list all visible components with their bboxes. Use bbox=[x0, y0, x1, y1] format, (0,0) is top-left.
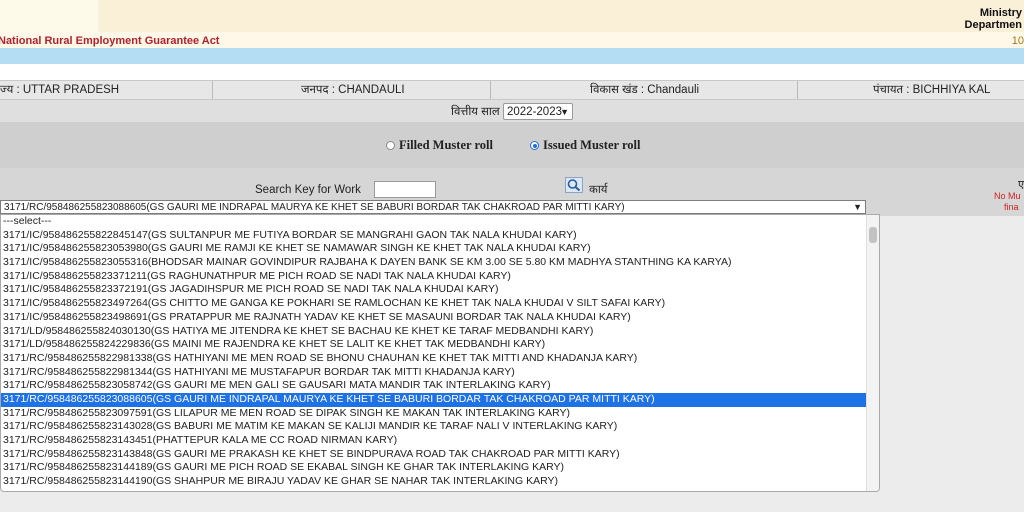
district-cell: जनपद : CHANDAULI bbox=[213, 81, 491, 99]
dropdown-option[interactable]: 3171/IC/958486255823055316(BHODSAR MAINA… bbox=[1, 256, 867, 270]
radio-checked-icon bbox=[530, 141, 539, 150]
banner-logo-area bbox=[0, 0, 98, 32]
dropdown-option[interactable]: 3171/RC/958486255823144190(GS SHAHPUR ME… bbox=[1, 475, 867, 489]
dropdown-option[interactable]: 3171/IC/958486255823371211(GS RAGHUNATHP… bbox=[1, 270, 867, 284]
issued-muster-label: Issued Muster roll bbox=[543, 138, 641, 152]
ministry-line1: Ministry bbox=[979, 7, 1022, 19]
location-row: ज्य : UTTAR PRADESH जनपद : CHANDAULI विक… bbox=[0, 80, 1024, 100]
dropdown-option[interactable]: 3171/IC/958486255822845147(GS SULTANPUR … bbox=[1, 229, 867, 243]
dropdown-option[interactable]: 3171/IC/958486255823497264(GS CHITTO ME … bbox=[1, 297, 867, 311]
dropdown-option[interactable]: 3171/RC/958486255823088605(GS GAURI ME I… bbox=[1, 392, 867, 407]
dropdown-option[interactable]: 3171/RC/958486255823143848(GS GAURI ME P… bbox=[1, 448, 867, 462]
dropdown-option[interactable]: 3171/RC/958486255823144189(GS GAURI ME P… bbox=[1, 461, 867, 475]
dropdown-option[interactable]: 3171/IC/958486255823498691(GS PRATAPPUR … bbox=[1, 311, 867, 325]
scrollbar-thumb[interactable] bbox=[869, 227, 877, 243]
search-input[interactable] bbox=[374, 181, 436, 198]
dropdown-option[interactable]: 3171/LD/958486255824030130(GS HATIYA ME … bbox=[1, 325, 867, 339]
karya-label: कार्य bbox=[589, 184, 608, 196]
filled-muster-label: Filled Muster roll bbox=[399, 138, 493, 152]
dropdown-option[interactable]: 3171/LD/958486255824229836(GS MAINI ME R… bbox=[1, 338, 867, 352]
top-banner bbox=[0, 0, 1024, 32]
issued-muster-radio[interactable]: Issued Muster roll bbox=[530, 138, 640, 153]
search-icon[interactable] bbox=[565, 177, 583, 193]
work-select[interactable]: 3171/RC/958486255823088605(GS GAURI ME I… bbox=[0, 200, 866, 214]
work-dropdown-list[interactable]: ---select--- 3171/IC/958486255822845147(G… bbox=[0, 214, 880, 492]
act-title: National Rural Employment Guarantee Act bbox=[0, 35, 220, 47]
dropdown-option[interactable]: 3171/RC/958486255823058742(GS GAURI ME M… bbox=[1, 379, 867, 393]
dropdown-option[interactable]: 3171/RC/958486255822981338(GS HATHIYANI … bbox=[1, 352, 867, 366]
right-note-mark: ए bbox=[1018, 179, 1024, 191]
fina-text: fina bbox=[1004, 202, 1019, 212]
spacer bbox=[0, 64, 1024, 80]
filled-muster-radio[interactable]: Filled Muster roll bbox=[386, 138, 493, 153]
block-cell: विकास खंड : Chandauli bbox=[492, 81, 798, 99]
dropdown-option[interactable]: 3171/RC/958486255823143028(GS BABURI ME … bbox=[1, 420, 867, 434]
dropdown-option[interactable]: 3171/IC/958486255823053980(GS GAURI ME R… bbox=[1, 242, 867, 256]
state-cell: ज्य : UTTAR PRADESH bbox=[0, 81, 213, 99]
act-number: 10 bbox=[1011, 35, 1024, 47]
muster-type-row: Filled Muster roll Issued Muster roll bbox=[0, 122, 1024, 168]
ministry-line2: Departmen bbox=[964, 19, 1022, 31]
chevron-down-icon: ▼ bbox=[853, 202, 862, 212]
dropdown-scrollbar[interactable] bbox=[866, 215, 879, 491]
dropdown-option[interactable]: 3171/RC/958486255823097591(GS LILAPUR ME… bbox=[1, 407, 867, 421]
ministry-heading: Ministry Departmen bbox=[965, 7, 1022, 31]
dropdown-option[interactable]: 3171/RC/958486255823143451(PHATTEPUR KAL… bbox=[1, 434, 867, 448]
dropdown-option[interactable]: 3171/RC/958486255822981344(GS HATHIYANI … bbox=[1, 366, 867, 380]
work-select-value: 3171/RC/958486255823088605(GS GAURI ME I… bbox=[4, 202, 625, 213]
dropdown-option[interactable]: 3171/IC/958486255823372191(GS JAGADIHSPU… bbox=[1, 283, 867, 297]
financial-year-select[interactable]: 2022-2023 ▼ bbox=[503, 103, 573, 120]
dropdown-option-placeholder[interactable]: ---select--- bbox=[1, 215, 867, 229]
chevron-down-icon: ▼ bbox=[560, 107, 569, 117]
right-note: ए No Mu fina bbox=[994, 180, 1024, 213]
radio-unchecked-icon bbox=[386, 141, 395, 150]
panchayat-cell: पंचायत : BICHHIYA KAL bbox=[873, 84, 991, 96]
financial-year-value: 2022-2023 bbox=[507, 106, 562, 118]
menu-strip bbox=[0, 48, 1024, 64]
financial-year-label: वित्तीय साल bbox=[451, 106, 500, 118]
no-muster-text: No Mu bbox=[994, 191, 1021, 201]
search-label: Search Key for Work bbox=[255, 184, 361, 196]
